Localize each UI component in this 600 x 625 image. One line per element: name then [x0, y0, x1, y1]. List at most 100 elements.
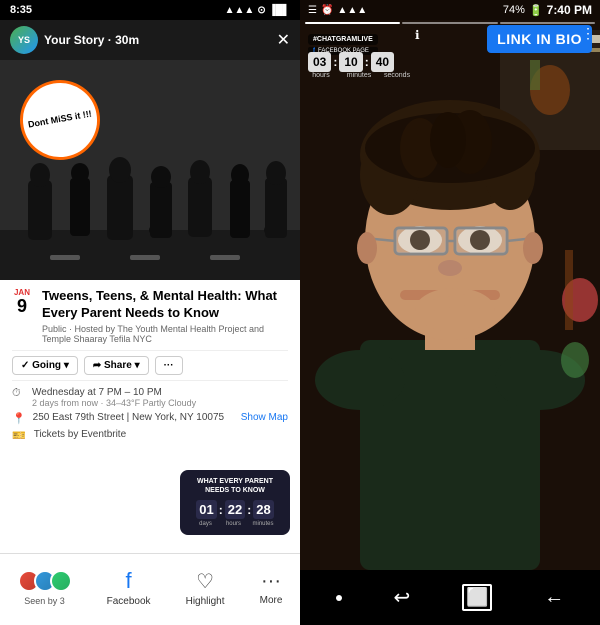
- countdown-days: 01: [199, 502, 213, 517]
- countdown-minutes: 28: [256, 502, 270, 517]
- story-title: Your Story · 30m: [44, 33, 139, 47]
- event-title-area: Tweens, Teens, & Mental Health: What Eve…: [42, 288, 288, 344]
- sticker-text: Dont MiSS it !!!: [27, 110, 92, 131]
- more-bottom-item[interactable]: ··· More: [260, 570, 283, 606]
- tickets-label: Tickets by Eventbrite: [34, 429, 126, 440]
- event-address: 250 East 79th Street | New York, NY 1007…: [33, 412, 224, 423]
- show-map-button[interactable]: Show Map: [241, 412, 288, 423]
- time-right: 7:40 PM: [547, 3, 592, 17]
- bottom-bar-right: ↩ ⬜ ←: [300, 570, 600, 625]
- event-subtitle: Public · Hosted by The Youth Mental Heal…: [42, 324, 288, 344]
- timer-labels: hours minutes seconds: [308, 72, 410, 79]
- date-badge: JAN 9: [12, 288, 32, 315]
- countdown-hours-block: 22: [225, 500, 245, 519]
- countdown-minutes-block: 28: [253, 500, 273, 519]
- battery-icon-right: 🔋: [529, 4, 543, 17]
- seconds-timer-label: seconds: [384, 72, 410, 79]
- countdown-hours: 22: [228, 502, 242, 517]
- dot-indicator: [336, 595, 342, 601]
- countdown-days-block: 01: [196, 500, 216, 519]
- timer-hours: 03: [308, 52, 331, 72]
- more-icon: ···: [261, 570, 281, 593]
- alarm-icon: ⏰: [321, 5, 333, 16]
- status-bar-left: 8:35 ▲▲▲ ⊙ ▐█▌: [0, 0, 300, 20]
- event-location-detail: 📍 250 East 79th Street | New York, NY 10…: [12, 412, 288, 425]
- story-header: YS Your Story · 30m ✕: [0, 20, 300, 60]
- event-tickets-detail: 🎫 Tickets by Eventbrite: [12, 429, 288, 442]
- countdown-title: WHAT EVERY PARENT NEEDS TO KNOW: [190, 478, 280, 495]
- link-in-bio-sticker[interactable]: LINK IN BIO: [487, 25, 592, 53]
- bottom-bar-left: Seen by 3 f Facebook ♡ Highlight ··· Mor…: [0, 553, 300, 625]
- timer-colon-1: :: [333, 55, 337, 69]
- event-time-text: Wednesday at 7 PM – 10 PM 2 days from no…: [32, 387, 196, 408]
- info-icon[interactable]: ℹ: [415, 28, 420, 42]
- bluetooth-icon: ☰: [308, 5, 317, 16]
- days-label: days: [196, 521, 214, 527]
- three-dots-menu-right[interactable]: ⋮: [581, 25, 595, 42]
- event-time-detail: ⏱ Wednesday at 7 PM – 10 PM 2 days from …: [12, 387, 288, 408]
- story-image: Dont MiSS it !!!: [0, 60, 300, 280]
- going-button[interactable]: ✓ Going ▾: [12, 356, 78, 375]
- status-icons-left: ▲▲▲ ⊙ ▐█▌: [225, 5, 290, 16]
- event-address-row: 250 East 79th Street | New York, NY 1007…: [33, 412, 288, 423]
- timer-seconds: 40: [371, 52, 394, 72]
- story-header-left: YS Your Story · 30m: [10, 26, 139, 54]
- story-video-svg: [300, 0, 600, 570]
- ticket-icon: 🎫: [12, 429, 26, 442]
- clock-icon: ⏱: [12, 387, 24, 400]
- event-title: Tweens, Teens, & Mental Health: What Eve…: [42, 288, 288, 322]
- avatar-3: [50, 570, 72, 592]
- highlight-bottom-item[interactable]: ♡ Highlight: [186, 569, 225, 607]
- minutes-timer-label: minutes: [346, 72, 372, 79]
- facebook-bottom-item[interactable]: f Facebook: [107, 568, 151, 607]
- signal-right-icon: ▲▲▲: [337, 5, 367, 16]
- event-date: JAN 9 Tweens, Teens, & Mental Health: Wh…: [12, 288, 288, 344]
- left-panel: 8:35 ▲▲▲ ⊙ ▐█▌ YS Your Story · 30m ✕: [0, 0, 300, 625]
- countdown-colon-2: :: [247, 503, 251, 517]
- right-panel: ☰ ⏰ ▲▲▲ 74% 🔋 7:40 PM #CHATGRAMLIVE f FA…: [300, 0, 600, 625]
- status-bar-right: ☰ ⏰ ▲▲▲ 74% 🔋 7:40 PM: [300, 0, 600, 20]
- seen-by-item: Seen by 3: [18, 570, 72, 606]
- story-progress-dots: [305, 22, 595, 24]
- event-time: Wednesday at 7 PM – 10 PM: [32, 387, 196, 398]
- seen-by-label: Seen by 3: [24, 596, 65, 606]
- battery-percent-right: 74%: [503, 4, 525, 16]
- facebook-icon: f: [126, 568, 132, 594]
- label-spacer-2: [244, 521, 250, 527]
- event-weather: 2 days from now · 34–43°F Partly Cloudy: [32, 398, 196, 408]
- minutes-label: minutes: [252, 521, 273, 527]
- label-spacer-1: [216, 521, 222, 527]
- share-button[interactable]: ➦ Share ▾: [84, 356, 149, 375]
- countdown-widget: WHAT EVERY PARENT NEEDS TO KNOW 01 : 22 …: [180, 470, 290, 535]
- time-right-area: 74% 🔋 7:40 PM: [503, 3, 592, 17]
- highlight-label: Highlight: [186, 596, 225, 607]
- signal-icon: ▲▲▲: [225, 5, 255, 16]
- back-icon[interactable]: ←: [544, 586, 564, 609]
- story-avatar: YS: [10, 26, 38, 54]
- hashtag-overlay: #CHATGRAMLIVE f FACEBOOK PAGE: [308, 28, 378, 55]
- battery-icon: ▐█▌: [269, 5, 290, 16]
- facebook-label: Facebook: [107, 596, 151, 607]
- timer-display: 03 : 10 : 40: [308, 52, 394, 72]
- timer-minutes: 10: [339, 52, 362, 72]
- hashtag-label: #CHATGRAMLIVE: [308, 34, 378, 45]
- avatars-group: [18, 570, 72, 592]
- share-icon[interactable]: ⬜: [462, 584, 492, 611]
- hours-timer-label: hours: [308, 72, 334, 79]
- story-background: [300, 0, 600, 625]
- status-right-icons: ☰ ⏰ ▲▲▲: [308, 5, 367, 16]
- more-label: More: [260, 595, 283, 606]
- countdown-digits: 01 : 22 : 28: [190, 500, 280, 519]
- reply-icon[interactable]: ↩: [394, 585, 411, 610]
- hours-label: hours: [224, 521, 242, 527]
- countdown-labels: days hours minutes: [190, 521, 280, 527]
- countdown-colon-1: :: [219, 503, 223, 517]
- story-close-button[interactable]: ✕: [277, 30, 290, 50]
- location-icon: 📍: [12, 412, 25, 425]
- story-dot-1: [305, 22, 400, 24]
- wifi-icon: ⊙: [257, 5, 265, 16]
- highlight-icon: ♡: [196, 569, 214, 594]
- story-dot-2: [402, 22, 497, 24]
- more-event-button[interactable]: ···: [155, 356, 183, 375]
- timer-colon-2: :: [365, 55, 369, 69]
